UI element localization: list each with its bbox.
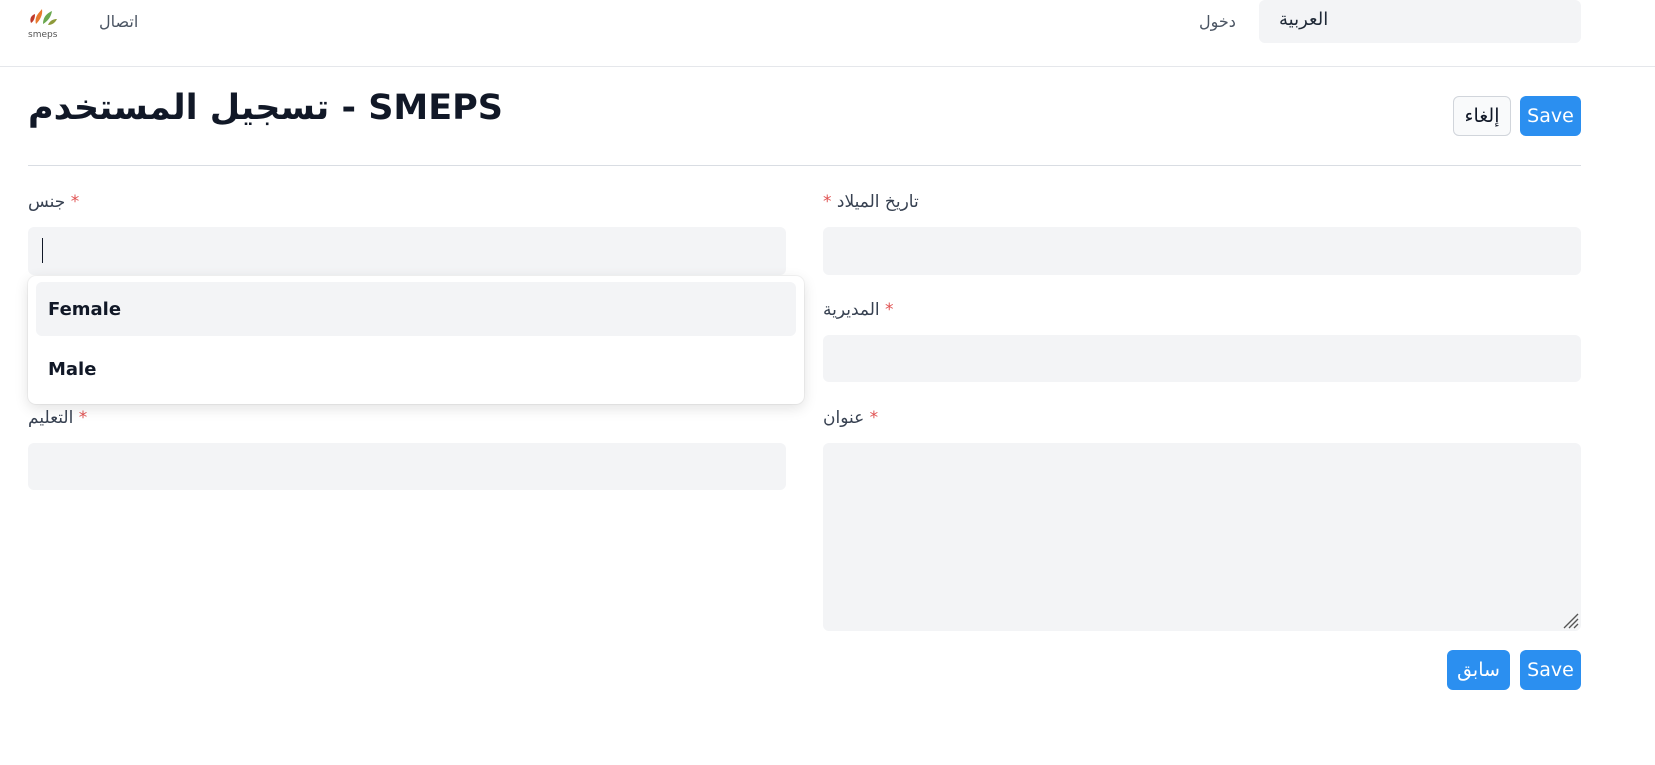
cancel-button[interactable]: إلغاء xyxy=(1453,96,1511,136)
birth-date-input[interactable] xyxy=(823,227,1581,275)
required-mark: * xyxy=(70,192,80,212)
resize-grip-icon[interactable] xyxy=(1561,611,1579,629)
required-mark: * xyxy=(869,408,879,428)
gender-dropdown-menu: Female Male xyxy=(28,276,804,404)
gender-input[interactable] xyxy=(28,227,786,275)
birth-date-label: * تاريخ الميلاد xyxy=(823,192,919,212)
save-button-top[interactable]: Save xyxy=(1520,96,1581,136)
previous-button[interactable]: سابق xyxy=(1447,650,1510,690)
nav-login-link[interactable]: دخول xyxy=(1199,12,1236,31)
logo-text: smeps xyxy=(28,30,58,40)
required-mark: * xyxy=(823,192,832,212)
required-mark: * xyxy=(78,408,88,428)
directorate-input[interactable] xyxy=(823,335,1581,382)
required-mark: * xyxy=(885,300,894,320)
top-navbar: smeps اتصال دخول العربية xyxy=(0,0,1655,67)
education-label: التعليم * xyxy=(28,408,88,428)
nav-contact-link[interactable]: اتصال xyxy=(99,12,138,31)
smeps-logo[interactable]: smeps xyxy=(26,6,60,40)
address-label: عنوان * xyxy=(823,408,879,428)
language-select[interactable]: العربية xyxy=(1259,0,1581,43)
directorate-label: المديرية * xyxy=(823,300,894,320)
title-divider xyxy=(28,165,1581,166)
save-button-bottom[interactable]: Save xyxy=(1520,650,1581,690)
text-cursor xyxy=(42,238,43,263)
address-textarea[interactable] xyxy=(823,443,1581,631)
education-input[interactable] xyxy=(28,443,786,490)
page-title: تسجيل المستخدم - SMEPS xyxy=(28,88,503,128)
gender-label: جنس * xyxy=(28,192,80,212)
gender-option-male[interactable]: Male xyxy=(36,342,796,396)
gender-option-female[interactable]: Female xyxy=(36,282,796,336)
